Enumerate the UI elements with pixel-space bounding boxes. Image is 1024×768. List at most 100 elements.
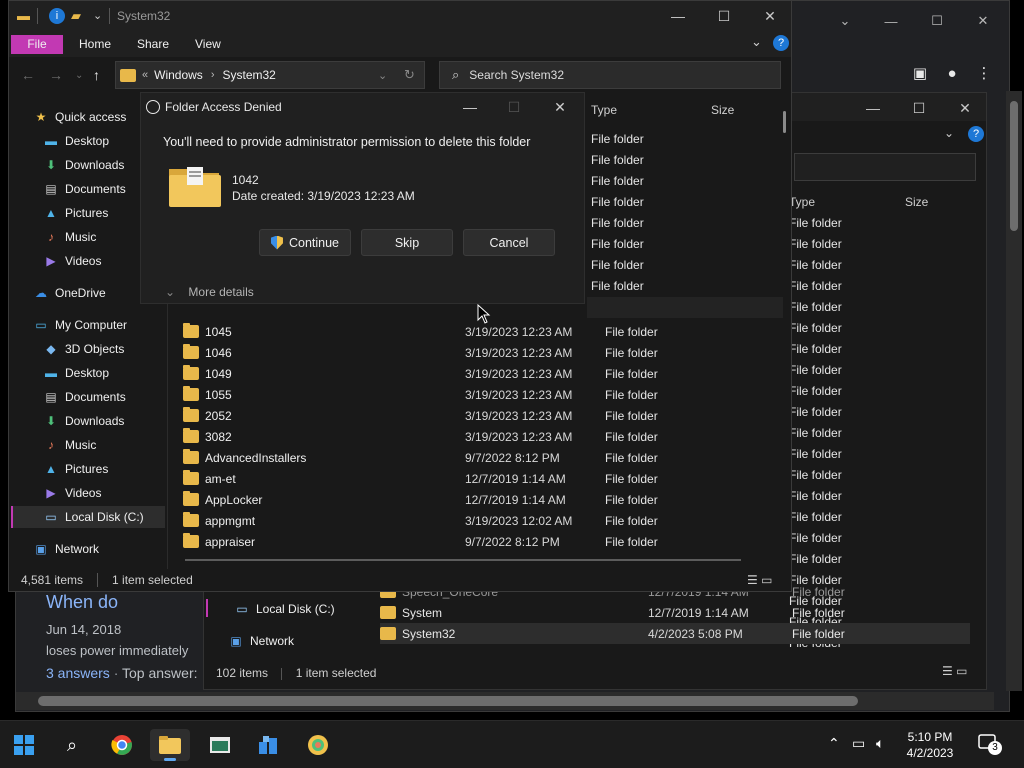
nav-pc-desktop[interactable]: ▬ Desktop — [43, 362, 109, 384]
back-minimize-button[interactable]: — — [850, 93, 896, 123]
browser-vertical-scrollbar[interactable] — [1006, 91, 1022, 691]
minimize-button[interactable]: — — [655, 1, 701, 31]
search-input[interactable]: ⌕ Search System32 — [439, 61, 781, 89]
recent-locations-icon[interactable]: ⌄ — [75, 70, 83, 81]
nav-downloads[interactable]: ⬇ Downloads — [43, 154, 124, 176]
table-row[interactable]: appraiser 9/7/2022 8:12 PM File folder — [183, 531, 779, 552]
search-taskbar-icon[interactable]: ⌕ — [52, 729, 92, 761]
address-dropdown-icon[interactable]: ⌄ — [378, 69, 387, 82]
table-row[interactable]: 1049 3/19/2023 12:23 AM File folder — [183, 363, 779, 384]
dialog-close-button[interactable]: ✕ — [545, 95, 575, 119]
table-row[interactable]: 1045 3/19/2023 12:23 AM File folder — [183, 321, 779, 342]
vertical-scrollbar[interactable] — [783, 111, 786, 133]
back-arrow-icon[interactable]: ← — [21, 67, 35, 83]
nav-music[interactable]: ♪ Music — [43, 226, 96, 248]
tray-chevron-up-icon[interactable]: ⌃ — [828, 735, 840, 752]
breadcrumb-chevron-icon[interactable]: › — [211, 69, 215, 81]
skip-button[interactable]: Skip — [361, 229, 453, 256]
volume-icon[interactable]: 🔈︎ — [876, 735, 884, 752]
table-row[interactable]: 2052 3/19/2023 12:23 AM File folder — [183, 405, 779, 426]
back-column-size[interactable]: Size — [905, 195, 928, 209]
browser-maximize-button[interactable]: ☐ — [914, 7, 960, 35]
table-row[interactable]: AppLocker 12/7/2019 1:14 AM File folder — [183, 489, 779, 510]
browser-horizontal-scrollbar[interactable] — [16, 692, 994, 710]
nav-quick-access[interactable]: ★ Quick access — [33, 106, 127, 128]
up-arrow-icon[interactable]: ↑ — [93, 67, 100, 83]
table-row[interactable]: am-et 12/7/2019 1:14 AM File folder — [183, 468, 779, 489]
nav-onedrive[interactable]: ☁ OneDrive — [33, 282, 106, 304]
column-size[interactable]: Size — [711, 103, 734, 117]
menu-file[interactable]: File — [11, 35, 63, 54]
sidebar-icon[interactable]: ▣ — [908, 63, 932, 83]
dialog-minimize-button[interactable]: — — [455, 95, 485, 119]
ribbon-expand-icon[interactable]: ⌄ — [751, 34, 762, 50]
menu-view[interactable]: View — [185, 35, 231, 54]
back-maximize-button[interactable]: ☐ — [896, 93, 942, 123]
refresh-icon[interactable]: ↻ — [404, 67, 415, 83]
column-type[interactable]: Type — [591, 103, 617, 117]
search-result-title[interactable]: When do — [46, 592, 118, 613]
nav-pc-pictures[interactable]: ▲ Pictures — [43, 458, 108, 480]
more-details-toggle[interactable]: ⌄ More details — [165, 285, 254, 299]
notification-icon[interactable]: 3 — [978, 733, 1002, 755]
menu-share[interactable]: Share — [127, 35, 179, 54]
nav-documents[interactable]: ▤ Documents — [43, 178, 125, 200]
maximize-button[interactable]: ☐ — [701, 1, 747, 31]
back-column-type[interactable]: Type — [789, 195, 815, 209]
nav-my-computer[interactable]: ▭ My Computer — [33, 314, 127, 336]
back-search-box[interactable] — [794, 153, 976, 181]
menu-icon[interactable]: ⋮ — [972, 63, 996, 83]
app-icon[interactable] — [298, 729, 338, 761]
back-help-icon[interactable]: ? — [968, 126, 984, 142]
table-row[interactable]: System 12/7/2019 1:14 AM File folder — [380, 602, 970, 623]
breadcrumb-windows[interactable]: Windows — [154, 68, 203, 82]
breadcrumb-system32[interactable]: System32 — [222, 68, 275, 82]
nav-pc-downloads[interactable]: ⬇ Downloads — [43, 410, 124, 432]
table-row[interactable]: 1055 3/19/2023 12:23 AM File folder — [183, 384, 779, 405]
browser-minimize-button[interactable]: — — [868, 7, 914, 35]
table-row[interactable]: appmgmt 3/19/2023 12:02 AM File folder — [183, 510, 779, 531]
nav-local-disk[interactable]: ▭ Local Disk (C:) — [11, 506, 165, 528]
chrome-icon[interactable] — [102, 729, 142, 761]
back-view-toggle-icon[interactable]: ☰ ▭ — [942, 664, 967, 678]
table-row-selected[interactable]: System32 4/2/2023 5:08 PM File folder — [380, 623, 970, 644]
browser-tab-dropdown-icon[interactable]: ⌄ — [822, 7, 868, 35]
back-nav-network[interactable]: ▣ Network — [228, 630, 294, 652]
answers-count-link[interactable]: 3 answers — [46, 665, 110, 681]
profile-icon[interactable]: ● — [940, 63, 964, 83]
forward-arrow-icon[interactable]: → — [49, 67, 63, 83]
nav-pc-documents[interactable]: ▤ Documents — [43, 386, 125, 408]
clock[interactable]: 5:10 PM 4/2/2023 — [898, 729, 962, 761]
menu-home[interactable]: Home — [69, 35, 121, 54]
new-folder-icon[interactable]: ▰ — [71, 8, 81, 24]
close-button[interactable]: ✕ — [747, 1, 793, 31]
control-panel-icon[interactable] — [248, 729, 288, 761]
cancel-button[interactable]: Cancel — [463, 229, 555, 256]
table-row[interactable]: 3082 3/19/2023 12:23 AM File folder — [183, 426, 779, 447]
back-close-button[interactable]: ✕ — [942, 93, 988, 123]
table-row[interactable]: 1046 3/19/2023 12:23 AM File folder — [183, 342, 779, 363]
browser-close-button[interactable]: ✕ — [960, 7, 1006, 35]
properties-icon[interactable]: i — [49, 8, 65, 24]
nav-pc-music[interactable]: ♪ Music — [43, 434, 96, 456]
address-bar[interactable]: « Windows › System32 ⌄ ↻ — [115, 61, 425, 89]
nav-desktop[interactable]: ▬ Desktop — [43, 130, 109, 152]
horizontal-scrollbar[interactable] — [185, 559, 741, 561]
chevron-down-icon[interactable]: ⌄ — [93, 9, 102, 22]
back-ribbon-expand-icon[interactable]: ⌄ — [944, 126, 954, 140]
table-row[interactable]: AdvancedInstallers 9/7/2022 8:12 PM File f… — [183, 447, 779, 468]
network-tray-icon[interactable]: ▭ — [852, 735, 865, 752]
start-button[interactable] — [4, 729, 44, 761]
help-icon[interactable]: ? — [773, 35, 789, 51]
back-nav-local-disk[interactable]: ▭ Local Disk (C:) — [234, 598, 334, 620]
nav-videos[interactable]: ▶ Videos — [43, 250, 101, 272]
view-toggle-icon[interactable]: ☰ ▭ — [747, 573, 772, 587]
nav-pictures[interactable]: ▲ Pictures — [43, 202, 108, 224]
terminal-icon[interactable] — [200, 729, 240, 761]
breadcrumb-overflow-icon[interactable]: « — [142, 69, 148, 81]
nav-pc-videos[interactable]: ▶ Videos — [43, 482, 101, 504]
nav-network[interactable]: ▣ Network — [33, 538, 99, 560]
nav-3d-objects[interactable]: ◆ 3D Objects — [43, 338, 124, 360]
file-explorer-taskbar-icon[interactable] — [150, 729, 190, 761]
continue-button[interactable]: Continue — [259, 229, 351, 256]
